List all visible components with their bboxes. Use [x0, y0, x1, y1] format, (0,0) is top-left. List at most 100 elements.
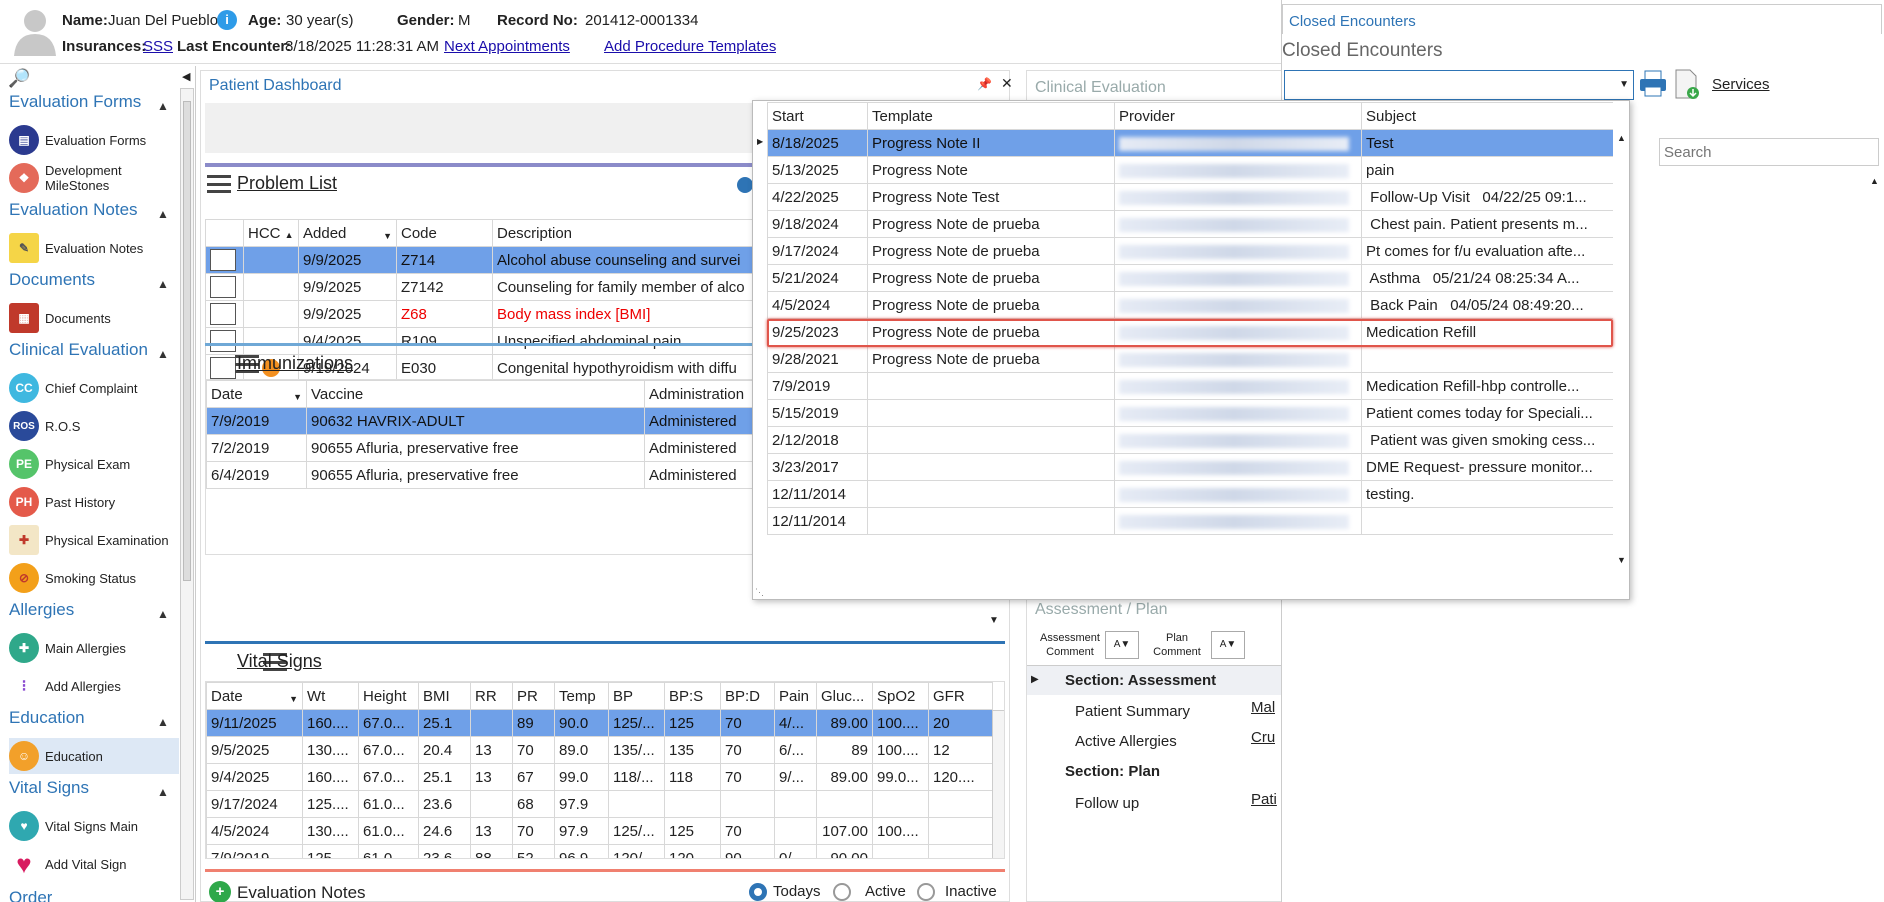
nav-item-physical-exam[interactable]: PE Physical Exam	[9, 446, 179, 482]
nav-section-allergies[interactable]: Allergies	[9, 600, 74, 620]
column-header[interactable]: Height	[358, 682, 419, 710]
inactive-radio[interactable]	[917, 883, 935, 901]
column-header[interactable]: Date ▼	[206, 682, 303, 710]
select-cell[interactable]	[205, 327, 244, 355]
add-procedure-templates-link[interactable]: Add Procedure Templates	[604, 38, 776, 55]
nav-item-main-allergies[interactable]: ✚ Main Allergies	[9, 630, 179, 666]
select-cell[interactable]	[205, 300, 244, 328]
column-header[interactable]: GFR	[928, 682, 993, 710]
scroll-up-icon[interactable]: ▲	[1870, 176, 1879, 186]
nav-section-documents[interactable]: Documents	[9, 270, 95, 290]
encounter-row[interactable]: 4/5/2024 Progress Note de prueba Back Pai…	[767, 291, 1613, 319]
collapse-caret-icon[interactable]: ▲	[157, 715, 169, 729]
scroll-down-icon[interactable]: ▼	[1617, 555, 1626, 565]
column-header[interactable]: Wt	[302, 682, 359, 710]
nav-section-clinical-evaluation[interactable]: Clinical Evaluation	[9, 340, 148, 360]
column-header[interactable]: Vaccine	[306, 380, 645, 408]
table-row[interactable]: 7/9/2019 125 61.0 23.6 88 52 96.9 120/120 90 0/90…	[206, 844, 993, 858]
section-plan-label[interactable]: Section: Plan	[1065, 763, 1160, 780]
select-cell[interactable]	[205, 273, 244, 301]
patient-summary-value[interactable]: Mal	[1251, 699, 1275, 716]
row-checkbox[interactable]	[210, 249, 236, 271]
nav-item-add-vital-sign[interactable]: ♥ Add Vital Sign	[9, 846, 179, 882]
encounter-row[interactable]: 9/28/2021 Progress Note de prueba	[767, 345, 1613, 373]
nav-section-evaluation-forms[interactable]: Evaluation Forms	[9, 92, 141, 112]
table-row[interactable]: 9/11/2025 160.... 67.0... 25.1 89 90.0 125/...…	[206, 709, 993, 737]
column-header[interactable]: PR	[512, 682, 555, 710]
search-input[interactable]	[1659, 138, 1879, 166]
column-header[interactable]: Added ▼	[298, 219, 397, 247]
collapse-caret-icon[interactable]: ▲	[157, 785, 169, 799]
nav-item-add-allergies[interactable]: ⁝ Add Allergies	[9, 668, 179, 704]
active-radio[interactable]	[833, 883, 851, 901]
scroll-up-icon[interactable]: ▲	[1617, 133, 1626, 143]
column-header[interactable]: Start	[767, 102, 868, 130]
closed-encounters-tab[interactable]: Closed Encounters	[1282, 4, 1882, 34]
nav-item-development-milestones[interactable]: ❖ Development MileStones	[9, 160, 179, 196]
problem-list-title[interactable]: Problem List	[237, 173, 337, 194]
vital-signs-scrollbar[interactable]	[992, 710, 1004, 858]
column-header[interactable]: BP	[608, 682, 665, 710]
table-row[interactable]: 4/5/2024 130.... 61.0... 24.6 13 70 97.9 125/..…	[206, 817, 993, 845]
encounter-row[interactable]: 5/21/2024 Progress Note de prueba Asthma …	[767, 264, 1613, 292]
immunizations-title[interactable]: Immunizations	[237, 353, 353, 374]
services-link[interactable]: Services	[1712, 76, 1770, 93]
nav-item-chief-complaint[interactable]: CC Chief Complaint	[9, 370, 179, 406]
nav-item-ros[interactable]: ROS R.O.S	[9, 408, 179, 444]
menu-icon[interactable]	[207, 175, 231, 193]
collapse-caret-icon[interactable]: ▲	[157, 277, 169, 291]
right-scrollbar[interactable]: ▲	[1866, 172, 1882, 902]
encounter-row[interactable]: 7/9/2019 Medication Refill-hbp controlle.…	[767, 372, 1613, 400]
pin-icon[interactable]: 📌	[977, 77, 992, 91]
column-header[interactable]: BP:D	[720, 682, 775, 710]
nav-item-past-history[interactable]: PH Past History	[9, 484, 179, 520]
column-header[interactable]: Temp	[554, 682, 609, 710]
column-header[interactable]: Subject	[1361, 102, 1613, 130]
column-header[interactable]: Provider	[1114, 102, 1362, 130]
encounter-row[interactable]: 9/17/2024 Progress Note de prueba Pt comes…	[767, 237, 1613, 265]
nav-section-vital-signs[interactable]: Vital Signs	[9, 778, 89, 798]
encounter-selector-dropdown[interactable]: ▼	[1284, 70, 1634, 100]
active-allergies-value[interactable]: Cru	[1251, 729, 1275, 746]
column-header[interactable]: BP:S	[664, 682, 721, 710]
text-format-dropdown[interactable]: A▼	[1105, 631, 1139, 659]
scroll-down-icon[interactable]: ▼	[989, 615, 999, 626]
chevron-down-icon[interactable]: ▼	[1619, 79, 1629, 90]
table-row[interactable]: 9/17/2024 125.... 61.0... 23.6 68 97.9	[206, 790, 993, 818]
nav-section-order[interactable]: Order	[9, 888, 52, 902]
nav-item-education[interactable]: ☺ Education	[9, 738, 179, 774]
assessment-section-row[interactable]: ▶ Section: Assessment	[1027, 665, 1283, 695]
row-checkbox[interactable]	[210, 276, 236, 298]
column-header[interactable]: SpO2	[872, 682, 929, 710]
collapse-caret-icon[interactable]: ▲	[157, 607, 169, 621]
follow-up-value[interactable]: Pati	[1251, 791, 1277, 808]
column-header[interactable]: Code	[396, 219, 493, 247]
nav-item-physical-examination[interactable]: ✚ Physical Examination	[9, 522, 179, 558]
collapse-caret-icon[interactable]: ▲	[157, 99, 169, 113]
encounter-row[interactable]: 4/22/2025 Progress Note Test Follow-Up Vi…	[767, 183, 1613, 211]
export-icon[interactable]	[1674, 68, 1700, 100]
vital-signs-title[interactable]: Vital Signs	[237, 651, 322, 672]
info-icon[interactable]: i	[217, 10, 237, 30]
resize-grip-icon[interactable]: ⋱	[755, 587, 764, 598]
status-radio-icon[interactable]	[737, 177, 753, 193]
column-header[interactable]: Pain	[774, 682, 817, 710]
encounter-row[interactable]: 12/11/2014	[767, 507, 1613, 535]
search-icon[interactable]: 🔎	[8, 68, 30, 89]
next-appointments-link[interactable]: Next Appointments	[444, 38, 570, 55]
row-checkbox[interactable]	[210, 303, 236, 325]
column-header[interactable]: BMI	[418, 682, 471, 710]
encounter-row[interactable]: 5/13/2025 Progress Note pain	[767, 156, 1613, 184]
column-header[interactable]: Template	[867, 102, 1115, 130]
text-format-dropdown[interactable]: A▼	[1211, 631, 1245, 659]
table-row[interactable]: 9/5/2025 130.... 67.0... 20.4 13 70 89.0 135/..…	[206, 736, 993, 764]
close-icon[interactable]: ✕	[1001, 75, 1013, 92]
encounter-row[interactable]: 3/23/2017 DME Request- pressure monitor..…	[767, 453, 1613, 481]
print-icon[interactable]	[1638, 68, 1668, 98]
expand-caret-icon[interactable]: ▶	[1031, 674, 1039, 685]
row-checkbox[interactable]	[210, 357, 236, 379]
insurance-link[interactable]: SSS	[143, 38, 173, 55]
encounters-scrollbar[interactable]: ▲ ▼	[1613, 129, 1629, 571]
evaluation-notes-title[interactable]: Evaluation Notes	[237, 883, 366, 902]
collapse-nav-icon[interactable]: ◀	[182, 70, 190, 83]
